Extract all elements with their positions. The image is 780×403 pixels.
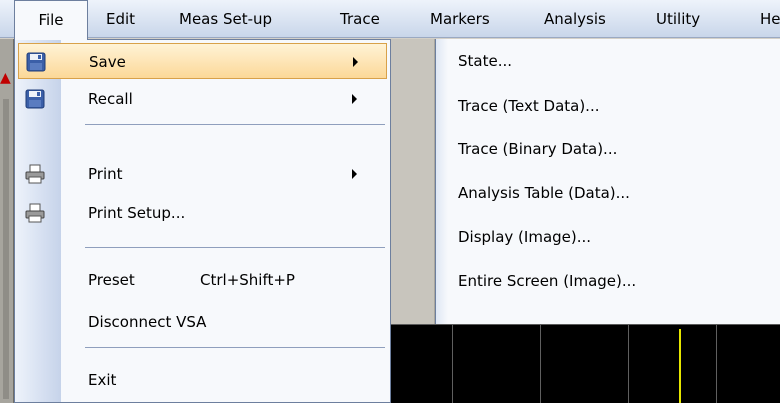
- menu-item-save[interactable]: Save: [18, 43, 387, 79]
- grid-line: [452, 325, 453, 403]
- menu-utility[interactable]: Utility: [656, 0, 700, 38]
- menu-item-label: Print Setup...: [88, 204, 186, 222]
- menu-separator: [85, 247, 385, 248]
- submenu-item-display-image[interactable]: Display (Image)...: [458, 215, 591, 259]
- submenu-item-entire-screen[interactable]: Entire Screen (Image)...: [458, 259, 636, 303]
- menu-item-label: Exit: [88, 371, 117, 389]
- submenu-item-state[interactable]: State...: [458, 39, 512, 83]
- trace-line: [679, 329, 681, 403]
- submenu-item-trace-text[interactable]: Trace (Text Data)...: [458, 84, 600, 128]
- printer-icon: [25, 203, 45, 223]
- menu-item-recall[interactable]: Recall: [18, 81, 387, 117]
- grid-line: [540, 325, 541, 403]
- submenu-item-trace-binary[interactable]: Trace (Binary Data)...: [458, 127, 617, 171]
- submenu-gap: [391, 39, 435, 324]
- menu-item-label: Recall: [88, 90, 133, 108]
- menu-item-label: Preset: [88, 271, 135, 289]
- submenu-arrow-icon: [353, 57, 358, 67]
- menu-item-print-setup[interactable]: Print Setup...: [18, 195, 387, 231]
- printer-icon: [25, 164, 45, 184]
- grid-line: [628, 325, 629, 403]
- menu-meas-setup[interactable]: Meas Set-up: [179, 0, 272, 38]
- submenu-item-analysis-table[interactable]: Analysis Table (Data)...: [458, 171, 630, 215]
- trace-display: [390, 324, 780, 403]
- save-icon: [26, 52, 46, 72]
- menu-item-label: Print: [88, 165, 123, 183]
- menu-separator: [85, 347, 385, 348]
- menu-item-label: Disconnect VSA: [88, 313, 207, 331]
- menu-item-exit[interactable]: Exit: [18, 362, 387, 398]
- menu-edit[interactable]: Edit: [106, 0, 135, 38]
- submenu-arrow-icon: [352, 94, 357, 104]
- menu-item-disconnect-vsa[interactable]: Disconnect VSA: [18, 304, 387, 340]
- menu-item-preset[interactable]: Preset Ctrl+Shift+P: [18, 262, 387, 298]
- menu-item-print[interactable]: Print: [18, 156, 387, 192]
- grid-line: [716, 325, 717, 403]
- file-menu: Save Recall Print Print Setup... Preset …: [14, 39, 391, 403]
- menu-separator: [85, 124, 385, 125]
- save-submenu: State... Trace (Text Data)... Trace (Bin…: [435, 39, 780, 324]
- menu-item-label: Save: [89, 53, 126, 71]
- menu-help[interactable]: Hel: [760, 0, 780, 38]
- save-icon: [25, 89, 45, 109]
- marker-indicator-icon: ▲: [0, 70, 11, 86]
- menu-bar: File Edit Meas Set-up Trace Markers Anal…: [0, 0, 780, 40]
- menu-analysis[interactable]: Analysis: [544, 0, 606, 38]
- menu-markers[interactable]: Markers: [430, 0, 490, 38]
- menu-trace[interactable]: Trace: [340, 0, 380, 38]
- submenu-arrow-icon: [352, 169, 357, 179]
- menu-file[interactable]: File: [14, 0, 88, 40]
- left-panel-frame: [0, 39, 14, 403]
- shortcut-label: Ctrl+Shift+P: [200, 271, 295, 289]
